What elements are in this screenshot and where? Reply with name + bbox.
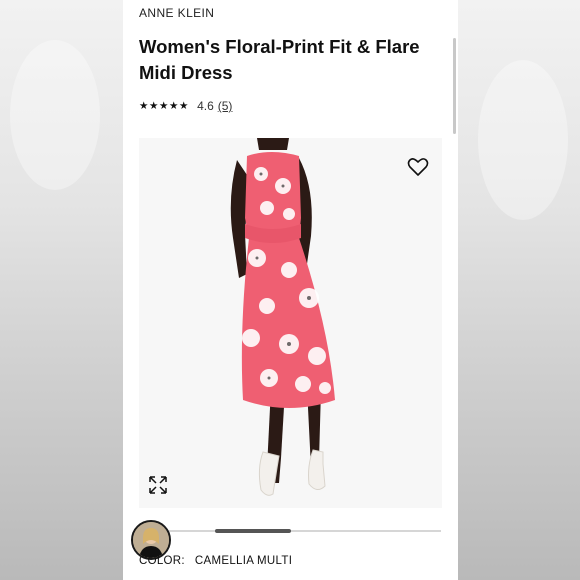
gallery-progress-thumb[interactable] [215, 529, 291, 533]
brand-name[interactable]: ANNE KLEIN [139, 6, 214, 20]
review-count-link[interactable]: (5) [218, 99, 233, 113]
page-scrollbar[interactable] [453, 38, 456, 134]
avatar[interactable] [131, 520, 171, 560]
product-image[interactable] [139, 138, 442, 508]
wishlist-heart-icon[interactable] [406, 155, 430, 179]
rating-summary[interactable]: ★★★★★ 4.6 (5) [139, 98, 232, 114]
color-label: COLOR: [139, 555, 185, 567]
color-value: CAMELLIA MULTI [194, 555, 293, 567]
background-right [458, 0, 580, 580]
color-selection: COLOR: CAMELLIA MULTI [139, 555, 292, 567]
background-blur [10, 40, 100, 190]
gallery-progress-track[interactable] [159, 529, 441, 533]
rating-stars: ★★★★★ [139, 100, 190, 112]
expand-icon[interactable] [148, 475, 168, 495]
dress-photo [230, 138, 335, 496]
background-left [0, 0, 123, 580]
background-blur [478, 60, 568, 220]
product-title: Women's Floral-Print Fit & Flare Midi Dr… [139, 36, 420, 83]
product-page: ANNE KLEIN Women's Floral-Print Fit & Fl… [123, 0, 458, 580]
rating-value: 4.6 [197, 99, 214, 113]
